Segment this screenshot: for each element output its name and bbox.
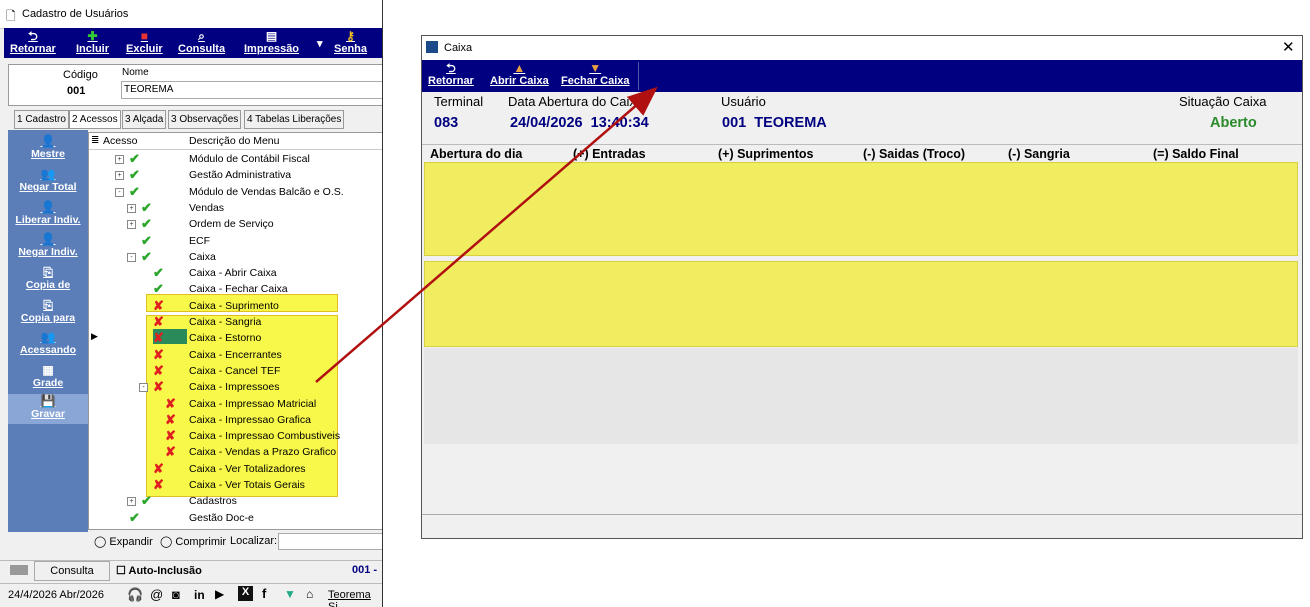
annotation-arrow <box>315 86 658 383</box>
arrow-line <box>315 86 658 383</box>
